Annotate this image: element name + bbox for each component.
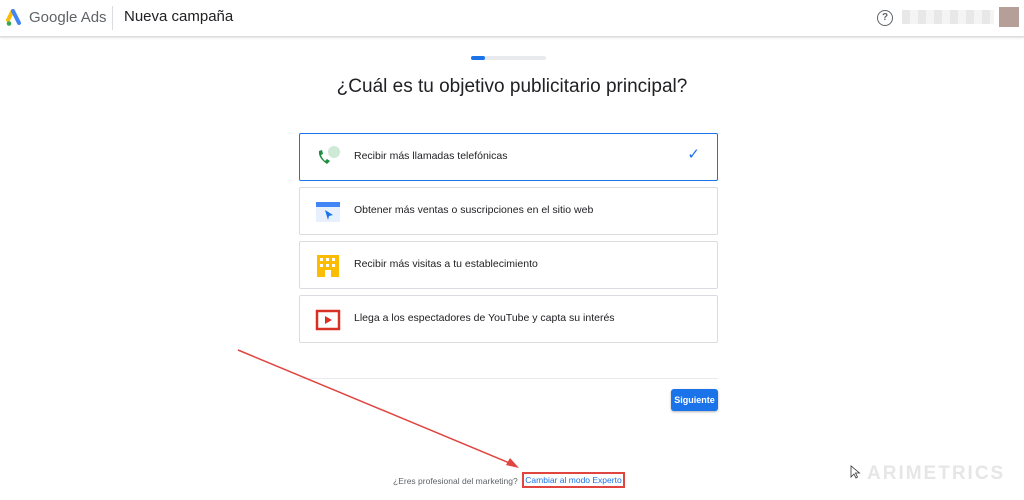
option-calls[interactable]: Recibir más llamadas telefónicas ✓ — [299, 133, 718, 181]
option-youtube-viewers[interactable]: Llega a los espectadores de YouTube y ca… — [299, 295, 718, 343]
cursor-icon — [850, 465, 861, 479]
phone-icon — [318, 146, 340, 164]
option-label: Llega a los espectadores de YouTube y ca… — [354, 312, 615, 324]
expert-mode-link[interactable]: Cambiar al modo Experto — [522, 472, 625, 488]
objective-options: Recibir más llamadas telefónicas ✓ Obten… — [299, 133, 718, 349]
progress-fill — [471, 56, 485, 60]
option-store-visits[interactable]: Recibir más visitas a tu establecimiento — [299, 241, 718, 289]
option-website-sales[interactable]: Obtener más ventas o suscripciones en el… — [299, 187, 718, 235]
check-icon: ✓ — [687, 146, 700, 163]
progress-bar — [471, 56, 546, 60]
option-label: Obtener más ventas o suscripciones en el… — [354, 204, 594, 216]
brand-name: Google Ads — [29, 9, 107, 26]
watermark: ARIMETRICS — [867, 463, 1006, 484]
next-button[interactable]: Siguiente — [671, 389, 718, 411]
option-label: Recibir más visitas a tu establecimiento — [354, 258, 538, 270]
account-info[interactable] — [902, 10, 994, 24]
google-ads-logo-icon[interactable] — [6, 9, 24, 27]
building-icon — [317, 255, 339, 277]
divider — [299, 378, 718, 379]
browser-window-icon — [316, 202, 340, 222]
help-icon[interactable]: ? — [877, 10, 893, 26]
top-bar: Google Ads Nueva campaña ? — [0, 0, 1024, 37]
header-divider — [112, 6, 113, 30]
video-play-icon — [315, 309, 341, 331]
marketing-pro-text: ¿Eres profesional del marketing? — [393, 476, 518, 486]
question-heading: ¿Cuál es tu objetivo publicitario princi… — [336, 76, 688, 97]
page-title: Nueva campaña — [124, 8, 234, 25]
avatar[interactable] — [999, 7, 1019, 27]
option-label: Recibir más llamadas telefónicas — [354, 150, 508, 162]
